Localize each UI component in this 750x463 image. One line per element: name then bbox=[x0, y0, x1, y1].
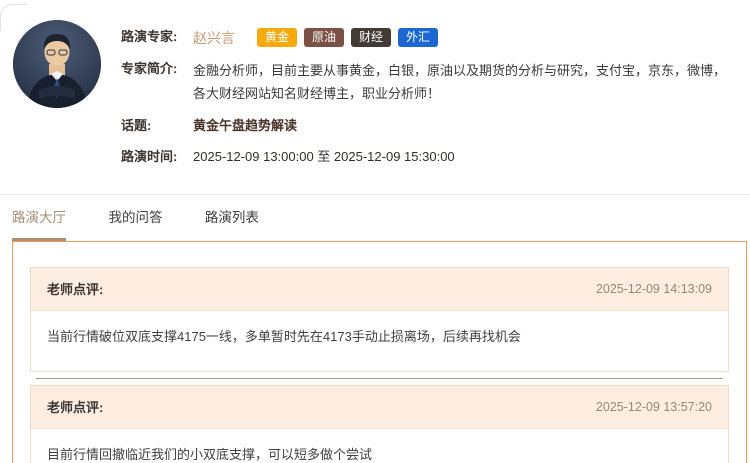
expert-name-value: 赵兴言 黄金 原油 财经 外汇 bbox=[193, 27, 740, 48]
roadshow-hall-content: 老师点评: 2025-12-09 14:13:09 当前行情破位双底支撑4175… bbox=[12, 240, 747, 463]
teacher-comment-card: 老师点评: 2025-12-09 14:13:09 当前行情破位双底支撑4175… bbox=[30, 266, 729, 372]
tab-my-questions[interactable]: 我的问答 bbox=[108, 206, 162, 241]
time-row: 路演时间: 2025-12-09 13:00:00 至 2025-12-09 1… bbox=[121, 147, 740, 167]
comment-timestamp: 2025-12-09 13:57:20 bbox=[595, 399, 712, 414]
teacher-comment-card: 老师点评: 2025-12-09 13:57:20 目前行情回撤临近我们的小双底… bbox=[30, 384, 729, 463]
expert-label: 路演专家: bbox=[121, 29, 178, 44]
comment-timestamp: 2025-12-09 14:13:09 bbox=[595, 281, 712, 296]
tab-roadshow-list[interactable]: 路演列表 bbox=[205, 206, 259, 241]
expert-name[interactable]: 赵兴言 bbox=[193, 30, 235, 46]
time-text: 2025-12-09 13:00:00 至 2025-12-09 15:30:0… bbox=[193, 148, 455, 164]
tag-forex: 外汇 bbox=[398, 28, 439, 48]
intro-text: 金融分析师，目前主要从事黄金，白银，原油以及期货的分析与研究，支付宝，京东，微博… bbox=[193, 62, 727, 101]
topic-text: 黄金午盘趋势解读 bbox=[193, 117, 298, 133]
topic-label: 话题: bbox=[121, 117, 152, 133]
tab-bar: 路演大厅 我的问答 路演列表 bbox=[0, 206, 750, 241]
comment-content: 当前行情破位双底支撑4175一线，多单暂时先在4173手动止损离场，后续再找机会 bbox=[31, 310, 728, 371]
comment-header: 老师点评: 2025-12-09 14:13:09 bbox=[31, 267, 728, 311]
expert-info: 路演专家: 赵兴言 黄金 原油 财经 外汇 专家简介: 金融分析师，目前主要从事黄金，白… bbox=[121, 20, 750, 178]
tag-finance: 财经 bbox=[351, 28, 392, 48]
tag-gold: 黄金 bbox=[257, 28, 298, 48]
comment-title: 老师点评: bbox=[47, 400, 104, 416]
section-divider bbox=[0, 193, 750, 195]
expert-portrait-illustration bbox=[13, 20, 101, 108]
expert-name-row: 路演专家: 赵兴言 黄金 原油 财经 外汇 bbox=[121, 27, 740, 48]
roadshow-page: 路演专家: 赵兴言 黄金 原油 财经 外汇 专家简介: 金融分析师，目前主要从事黄金，白… bbox=[0, 0, 750, 463]
intro-label: 专家简介: bbox=[121, 60, 178, 76]
time-label: 路演时间: bbox=[121, 148, 178, 164]
topic-row: 话题: 黄金午盘趋势解读 bbox=[121, 116, 740, 136]
tab-roadshow-hall[interactable]: 路演大厅 bbox=[12, 206, 66, 241]
comment-divider bbox=[36, 377, 723, 379]
comment-content: 目前行情回撤临近我们的小双底支撑，可以短多做个尝试 bbox=[31, 428, 728, 463]
expert-profile-section: 路演专家: 赵兴言 黄金 原油 财经 外汇 专家简介: 金融分析师，目前主要从事黄金，白… bbox=[0, 0, 750, 178]
expert-avatar bbox=[13, 20, 101, 108]
tag-crude-oil: 原油 bbox=[304, 28, 345, 48]
comment-title: 老师点评: bbox=[47, 282, 104, 298]
comment-header: 老师点评: 2025-12-09 13:57:20 bbox=[31, 385, 728, 429]
expert-intro-row: 专家简介: 金融分析师，目前主要从事黄金，白银，原油以及期货的分析与研究，支付宝… bbox=[121, 59, 740, 105]
